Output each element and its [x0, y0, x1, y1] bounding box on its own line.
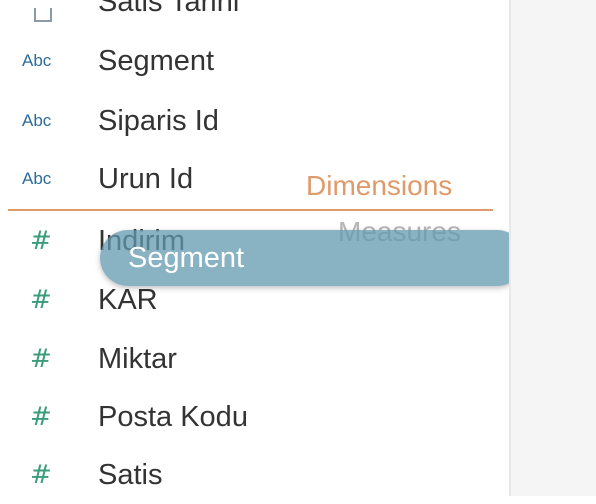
field-row-miktar[interactable]: # Miktar	[0, 330, 505, 388]
number-type-icon: #	[30, 402, 52, 432]
field-name: Posta Kodu	[98, 400, 248, 433]
dragged-field-label: Segment	[128, 241, 245, 274]
dragged-field-pill[interactable]: Segment	[100, 230, 525, 286]
string-type-icon: Abc	[22, 169, 52, 188]
string-type-icon: Abc	[22, 51, 52, 70]
field-row-siparis-id[interactable]: Abc Siparis Id	[0, 92, 505, 150]
field-name: Miktar	[98, 342, 177, 375]
field-row-posta-kodu[interactable]: # Posta Kodu	[0, 388, 505, 446]
field-name: Satis Tarihi	[98, 0, 240, 18]
field-name: Segment	[98, 44, 215, 77]
field-name: Satis	[98, 458, 163, 491]
field-name: KAR	[98, 283, 158, 316]
calendar-icon	[34, 8, 52, 22]
field-row-satis[interactable]: # Satis	[0, 446, 505, 504]
field-row-segment[interactable]: Abc Segment	[0, 32, 505, 90]
field-name: Urun Id	[98, 162, 194, 195]
number-type-icon: #	[30, 344, 52, 374]
field-row-satis-tarihi[interactable]: Satis Tarihi	[0, 0, 505, 36]
dimensions-measures-divider	[8, 209, 493, 211]
number-type-icon: #	[30, 460, 52, 490]
string-type-icon: Abc	[22, 111, 52, 130]
view-area	[511, 0, 596, 496]
number-type-icon: #	[30, 226, 52, 256]
data-pane: Satis Tarihi Abc Segment Abc Siparis Id …	[0, 0, 525, 496]
field-name: Siparis Id	[98, 104, 219, 137]
dimensions-section-label: Dimensions	[306, 170, 453, 201]
number-type-icon: #	[30, 285, 52, 315]
